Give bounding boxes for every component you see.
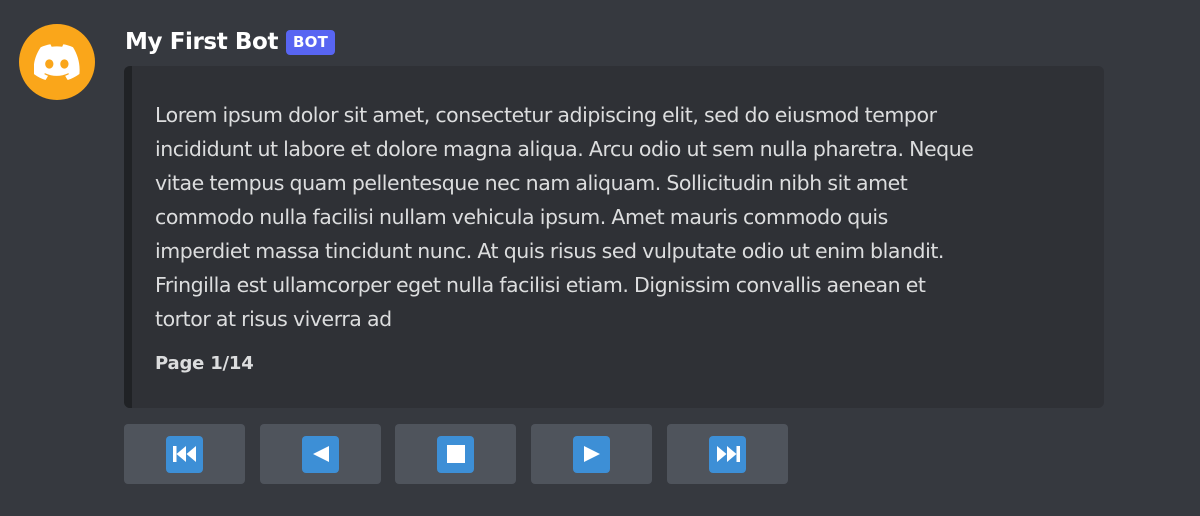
embed-footer: Page 1/14 <box>155 353 254 374</box>
avatar[interactable] <box>19 24 95 100</box>
first-page-button[interactable] <box>124 424 245 484</box>
previous-page-icon <box>302 435 339 473</box>
stop-icon <box>437 435 474 473</box>
chat-message: My First Bot BOT Lorem ipsum dolor sit a… <box>0 0 1200 516</box>
last-page-icon <box>709 435 746 473</box>
stop-button[interactable] <box>395 424 516 484</box>
next-page-icon <box>573 435 610 473</box>
embed-description: Lorem ipsum dolor sit amet, consectetur … <box>155 103 974 331</box>
discord-logo-icon <box>34 44 80 80</box>
embed-color-bar <box>124 66 132 408</box>
previous-page-button[interactable] <box>260 424 381 484</box>
message-header: My First Bot BOT <box>125 26 336 58</box>
first-page-icon <box>166 435 203 473</box>
next-page-button[interactable] <box>531 424 652 484</box>
last-page-button[interactable] <box>667 424 788 484</box>
embed: Lorem ipsum dolor sit amet, consectetur … <box>124 66 1104 408</box>
bot-tag: BOT <box>286 29 336 55</box>
username[interactable]: My First Bot <box>125 26 278 58</box>
